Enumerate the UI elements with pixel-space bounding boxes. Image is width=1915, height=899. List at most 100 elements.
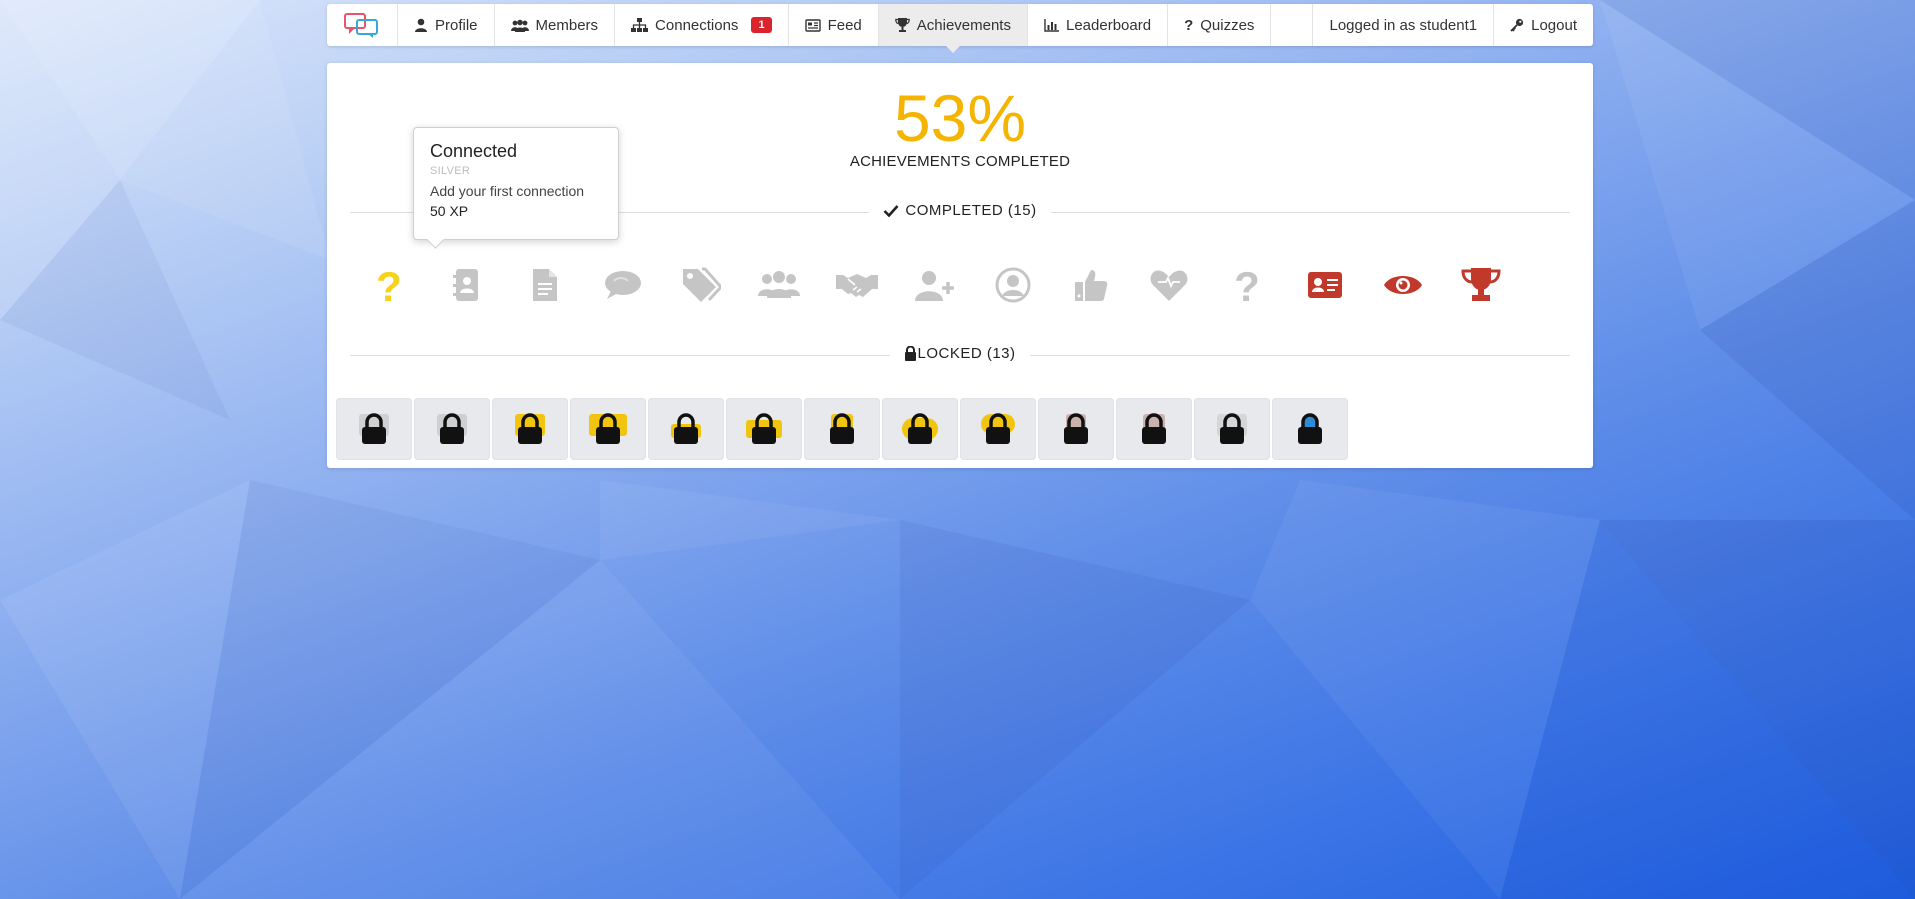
padlock-icon — [440, 413, 464, 444]
chat-logo-icon — [344, 13, 378, 38]
achievement-id-card[interactable] — [1286, 260, 1364, 310]
question-icon: ? — [376, 265, 402, 305]
user-circle-icon — [995, 267, 1031, 303]
id-card-icon — [1308, 272, 1342, 298]
achievement-question-gold[interactable]: ? — [350, 260, 428, 310]
tooltip-title: Connected — [430, 141, 518, 161]
padlock-icon — [752, 413, 776, 444]
app-logo[interactable] — [327, 4, 398, 46]
nav-logout-label: Logout — [1531, 16, 1577, 34]
handshake-icon — [836, 274, 878, 297]
locked-achievement[interactable] — [1272, 398, 1348, 460]
achievement-tooltip: Connected SILVER Add your first connecti… — [413, 127, 619, 240]
achievement-comment[interactable] — [584, 260, 662, 310]
padlock-icon — [830, 413, 854, 444]
padlock-icon — [596, 413, 620, 444]
achievement-thumbs-up[interactable] — [1052, 260, 1130, 310]
nav-quizzes[interactable]: ? Quizzes — [1168, 4, 1272, 46]
tags-icon — [683, 267, 721, 302]
completed-title: COMPLETED (15) — [905, 202, 1037, 219]
achievement-document[interactable] — [506, 260, 584, 310]
nav-logout[interactable]: Logout — [1494, 4, 1593, 46]
lock-icon — [905, 346, 917, 361]
padlock-icon — [362, 413, 386, 444]
locked-achievements — [336, 398, 1350, 460]
eye-icon — [1384, 276, 1422, 294]
padlock-icon — [1220, 413, 1244, 444]
achievement-question-gray[interactable]: ? — [1208, 260, 1286, 310]
nav-profile[interactable]: Profile — [398, 4, 495, 46]
nav-leaderboard[interactable]: Leaderboard — [1028, 4, 1169, 46]
contact-book-icon — [453, 269, 478, 301]
svg-text:?: ? — [1234, 265, 1260, 305]
padlock-icon — [1064, 413, 1088, 444]
thumbs-up-icon — [1075, 270, 1108, 301]
locked-achievement[interactable] — [492, 398, 568, 460]
nav-achievements-label: Achievements — [916, 16, 1011, 34]
nav-quizzes-label: Quizzes — [1200, 16, 1255, 34]
nav-achievements[interactable]: Achievements — [878, 4, 1028, 53]
locked-achievement[interactable] — [882, 398, 958, 460]
padlock-icon — [986, 413, 1010, 444]
group-icon — [758, 271, 800, 298]
key-icon — [1510, 18, 1524, 32]
nav-members-label: Members — [535, 16, 599, 34]
completed-achievements: ? ? — [350, 260, 1520, 310]
achievement-eye[interactable] — [1364, 260, 1442, 310]
locked-achievement[interactable] — [1194, 398, 1270, 460]
locked-achievement[interactable] — [804, 398, 880, 460]
newspaper-icon — [804, 18, 821, 32]
trophy-icon — [1461, 268, 1501, 301]
connections-badge: 1 — [751, 17, 772, 33]
locked-achievement[interactable] — [960, 398, 1036, 460]
padlock-icon — [1142, 413, 1166, 444]
tooltip-tier: SILVER — [430, 165, 471, 177]
achievement-trophy[interactable] — [1442, 260, 1520, 310]
padlock-icon — [1298, 413, 1322, 444]
tooltip-xp: 50 XP — [430, 203, 469, 219]
check-icon — [883, 205, 899, 217]
achievement-handshake[interactable] — [818, 260, 896, 310]
nav-members[interactable]: Members — [495, 4, 616, 46]
achievement-add-user[interactable] — [896, 260, 974, 310]
bar-chart-icon — [1044, 18, 1059, 32]
locked-achievement[interactable] — [1038, 398, 1114, 460]
nav-profile-label: Profile — [435, 16, 478, 34]
logged-in-status: Logged in as student1 — [1313, 4, 1495, 46]
user-icon — [415, 18, 427, 32]
speech-bubble-icon — [605, 271, 641, 299]
locked-header: LOCKED (13) — [327, 345, 1593, 365]
locked-title: LOCKED (13) — [917, 345, 1016, 362]
achievement-heart[interactable] — [1130, 260, 1208, 310]
logged-in-label: Logged in as student1 — [1329, 16, 1478, 34]
padlock-icon — [908, 413, 932, 444]
locked-achievement[interactable] — [336, 398, 412, 460]
users-icon — [510, 19, 529, 32]
svg-text:?: ? — [376, 265, 402, 305]
achievement-user-circle[interactable] — [974, 260, 1052, 310]
trophy-icon — [894, 18, 910, 32]
question-icon: ? — [1184, 16, 1194, 34]
top-navbar: Profile Members Connections 1 Feed Achie… — [327, 4, 1593, 53]
nav-leaderboard-label: Leaderboard — [1065, 16, 1152, 34]
padlock-icon — [518, 413, 542, 444]
locked-achievement[interactable] — [726, 398, 802, 460]
question-icon: ? — [1234, 265, 1260, 305]
achievement-tags[interactable] — [662, 260, 740, 310]
locked-achievement[interactable] — [648, 398, 724, 460]
add-user-icon — [915, 271, 954, 301]
locked-achievement[interactable] — [414, 398, 490, 460]
nav-connections[interactable]: Connections 1 — [615, 4, 789, 46]
sitemap-icon — [631, 18, 649, 32]
locked-achievement[interactable] — [570, 398, 646, 460]
nav-spacer — [1271, 4, 1314, 46]
nav-feed-label: Feed — [827, 16, 862, 34]
nav-feed[interactable]: Feed — [789, 4, 879, 46]
nav-connections-label: Connections — [655, 16, 739, 34]
achievement-connected[interactable] — [428, 260, 506, 310]
tooltip-description: Add your first connection — [430, 183, 585, 199]
achievement-group[interactable] — [740, 260, 818, 310]
locked-achievement[interactable] — [1116, 398, 1192, 460]
heart-icon — [1150, 270, 1188, 301]
document-icon — [533, 269, 557, 301]
